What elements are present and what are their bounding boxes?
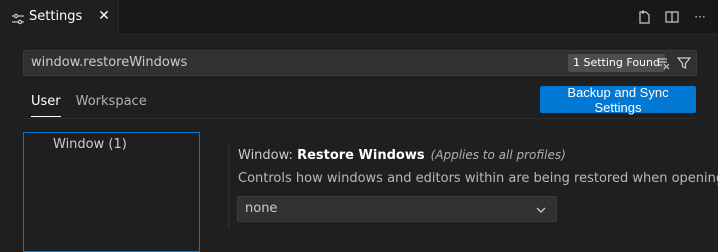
settings-sliders-icon: [11, 11, 25, 25]
settings-toc[interactable]: Window (1): [23, 132, 200, 252]
setting-title: Window: Restore Windows (Applies to all p…: [238, 148, 566, 163]
tab-user[interactable]: User: [31, 94, 61, 117]
open-json-icon[interactable]: [636, 9, 652, 25]
chevron-down-icon: [534, 202, 548, 216]
settings-search-input[interactable]: window.restoreWindows 1 Setting Found: [23, 50, 697, 76]
close-icon[interactable]: ✕: [96, 8, 112, 24]
tab-label: Settings: [29, 9, 83, 24]
search-query[interactable]: window.restoreWindows: [31, 55, 187, 70]
select-value: none: [245, 201, 278, 216]
setting-focus-indicator: [228, 143, 230, 228]
editor-actions: ···: [636, 9, 708, 25]
more-actions-icon[interactable]: ···: [692, 9, 708, 25]
toc-item-window[interactable]: Window (1): [53, 137, 127, 152]
settings-tab[interactable]: Settings ✕: [0, 0, 119, 35]
editor-tab-bar: Settings ✕ ···: [0, 0, 718, 35]
split-editor-icon[interactable]: [664, 9, 680, 25]
backup-and-sync-button[interactable]: Backup and Sync Settings: [540, 85, 696, 115]
header-divider: [23, 118, 697, 119]
setting-description: Controls how windows and editors within …: [238, 171, 718, 186]
setting-restore-windows: Window: Restore Windows (Applies to all p…: [228, 140, 718, 240]
results-count-badge: 1 Setting Found: [568, 54, 665, 72]
restore-windows-select[interactable]: none: [237, 196, 557, 222]
settings-scope-tabs: User Workspace: [31, 94, 147, 117]
clear-filter-icon[interactable]: [655, 55, 671, 71]
setting-scope-note: (Applies to all profiles): [430, 148, 566, 162]
tab-workspace[interactable]: Workspace: [76, 94, 147, 117]
filter-icon[interactable]: [676, 55, 692, 71]
setting-category: Window:: [238, 148, 298, 163]
setting-name: Restore Windows: [297, 148, 425, 163]
